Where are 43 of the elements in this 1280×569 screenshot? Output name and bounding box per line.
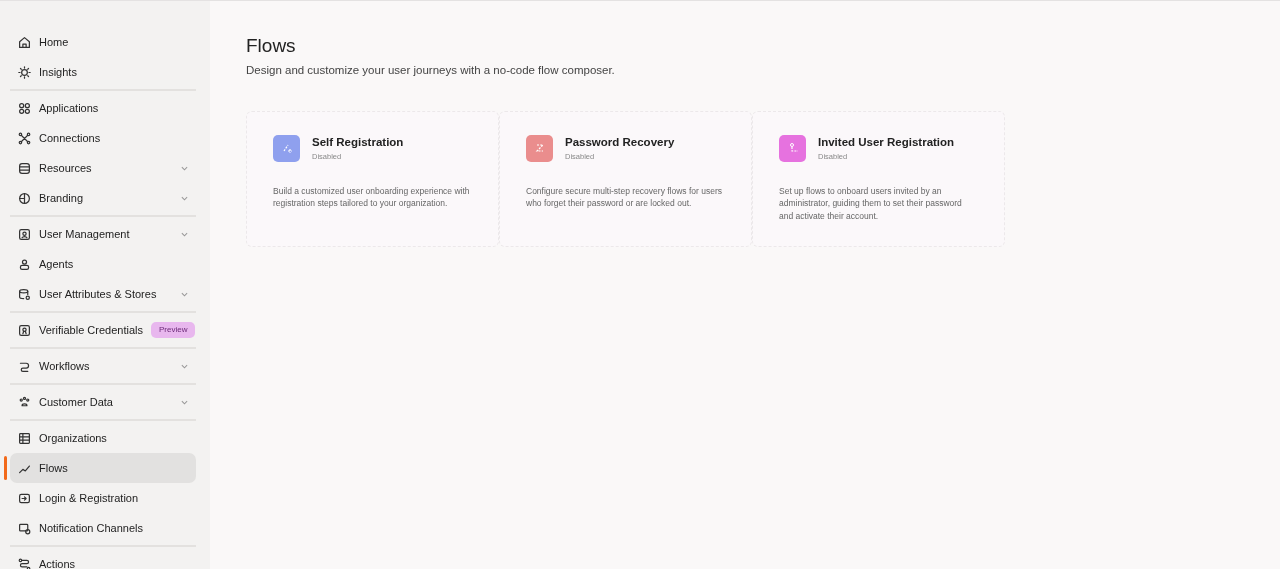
sidebar-item[interactable]: Agents [10, 249, 196, 279]
sidebar-item[interactable]: Customer Data [10, 387, 196, 417]
chevron-down-icon [181, 291, 188, 297]
list-icon [18, 161, 31, 175]
actions-icon [18, 557, 31, 569]
sidebar-item[interactable]: Notification Channels [10, 513, 196, 543]
login-icon [18, 491, 31, 505]
chevron-down-icon [181, 195, 188, 201]
building-icon [18, 431, 31, 445]
sidebar-item[interactable]: Branding [10, 183, 196, 213]
card-description: Set up flows to onboard users invited by an administrator, guiding them to set their password and activate their account. [779, 184, 963, 223]
page-title: Flows [246, 35, 297, 58]
badge-icon [18, 323, 31, 337]
sidebar-item[interactable]: User Management [10, 219, 196, 249]
card-title: Password Recovery [565, 135, 675, 151]
user-card-icon [18, 227, 31, 241]
card-title: Self Registration [312, 135, 404, 151]
agent-icon [18, 257, 31, 271]
chevron-down-icon [181, 165, 188, 171]
sidebar-item[interactable]: Login & Registration [10, 483, 196, 513]
sidebar-item[interactable]: User Attributes & Stores [10, 279, 196, 309]
sidebar-item[interactable]: Home [10, 27, 196, 57]
sidebar-item[interactable]: Organizations [10, 423, 196, 453]
database-icon [18, 287, 31, 301]
chevron-down-icon [181, 363, 188, 369]
grid-icon [18, 101, 31, 115]
chevron-down-icon [181, 399, 188, 405]
sidebar-item[interactable]: Applications [10, 93, 196, 123]
sidebar-item[interactable]: Workflows [10, 351, 196, 381]
chevron-down-icon [181, 231, 188, 237]
sidebar-item[interactable]: Resources [10, 153, 196, 183]
sidebar-item[interactable]: Verifiable Credentials Preview [10, 315, 196, 345]
card-description: Build a customized user onboarding experience with registration steps tailored to your organization. [273, 184, 471, 211]
page-subtitle: Design and customize your user journeys with a no-code flow composer. [246, 62, 616, 78]
card-description: Configure secure multi-step recovery flows for users who forget their password or are locked out. [526, 184, 724, 211]
home-icon [18, 35, 31, 49]
sidebar-item[interactable]: Insights [10, 57, 196, 87]
nodes-icon [18, 131, 31, 145]
preview-badge: Preview [150, 322, 196, 338]
sidebar-item[interactable]: Connections [10, 123, 196, 153]
card-title: Invited User Registration [818, 135, 955, 151]
sidebar-item[interactable]: Actions [10, 549, 196, 569]
paw-icon [18, 395, 31, 409]
